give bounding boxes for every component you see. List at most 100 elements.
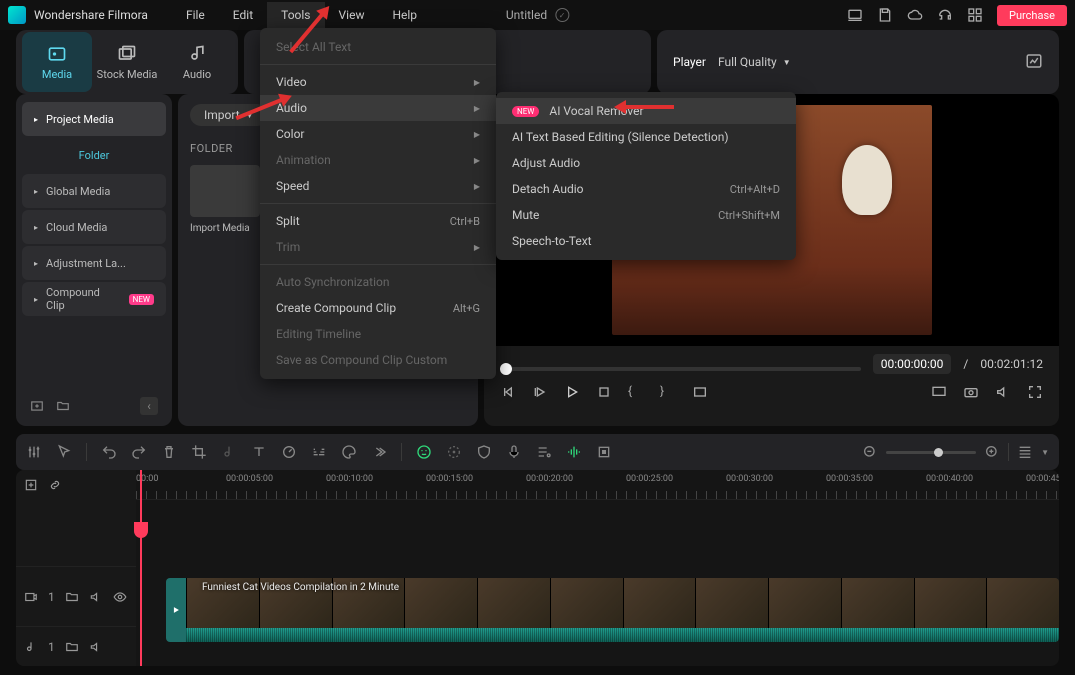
prev-frame-icon[interactable] bbox=[500, 384, 516, 400]
mark-in-icon[interactable]: { bbox=[628, 384, 644, 400]
save-icon[interactable] bbox=[877, 7, 893, 23]
zoom-slider[interactable] bbox=[886, 451, 976, 454]
caret-icon: ▸ bbox=[34, 259, 38, 268]
tab-media[interactable]: Media bbox=[22, 32, 92, 92]
tab-audio[interactable]: Audio bbox=[162, 32, 232, 92]
layout-icon[interactable] bbox=[1017, 444, 1033, 460]
stop-icon[interactable] bbox=[596, 384, 612, 400]
mark-out-icon[interactable]: } bbox=[660, 384, 676, 400]
target-dot-icon[interactable] bbox=[446, 444, 462, 460]
menu-ai-text-editing[interactable]: AI Text Based Editing (Silence Detection… bbox=[496, 124, 796, 150]
menu-file[interactable]: File bbox=[172, 2, 219, 28]
timeline-body[interactable]: 00:00 00:00:05:00 00:00:10:00 00:00:15:0… bbox=[136, 470, 1059, 666]
play-icon[interactable] bbox=[564, 384, 580, 400]
menu-auto-sync[interactable]: Auto Synchronization bbox=[260, 269, 496, 295]
add-track-icon[interactable] bbox=[24, 478, 38, 492]
cloud-icon[interactable] bbox=[907, 7, 923, 23]
beat-icon[interactable] bbox=[566, 444, 582, 460]
video-track-header[interactable]: 1 bbox=[16, 566, 136, 626]
redo-icon[interactable] bbox=[131, 444, 147, 460]
menu-create-compound[interactable]: Create Compound ClipAlt+G bbox=[260, 295, 496, 321]
menu-color[interactable]: Color▶ bbox=[260, 121, 496, 147]
slider-knob-icon[interactable] bbox=[500, 363, 512, 375]
time-separator: / bbox=[963, 357, 968, 371]
sidebar-item-label: Compound Clip bbox=[46, 286, 121, 312]
doc-name: Untitled bbox=[506, 8, 547, 22]
sidebar: ▸ Project Media Folder ▸ Global Media ▸ … bbox=[16, 94, 172, 426]
menu-animation[interactable]: Animation▶ bbox=[260, 147, 496, 173]
ratio-icon[interactable] bbox=[692, 384, 708, 400]
equalizer-icon[interactable] bbox=[311, 444, 327, 460]
sidebar-folder[interactable]: Folder bbox=[22, 138, 166, 172]
volume-icon[interactable] bbox=[995, 384, 1011, 400]
quality-dropdown[interactable]: Full Quality ▼ bbox=[718, 55, 791, 69]
audio-track-header[interactable]: 1 bbox=[16, 626, 136, 666]
folder-small-icon[interactable] bbox=[65, 640, 79, 654]
media-thumb-import[interactable]: Import Media bbox=[190, 165, 260, 234]
add-media-icon[interactable] bbox=[30, 399, 44, 413]
delete-icon[interactable] bbox=[161, 444, 177, 460]
current-time: 00:00:00:00 bbox=[873, 354, 952, 374]
more-icon[interactable] bbox=[371, 444, 387, 460]
clip-handle-icon[interactable] bbox=[166, 578, 186, 642]
speaker-icon[interactable] bbox=[89, 590, 103, 604]
menu-editing-timeline[interactable]: Editing Timeline bbox=[260, 321, 496, 347]
menu-help[interactable]: Help bbox=[378, 2, 431, 28]
sidebar-adjustment-layer[interactable]: ▸ Adjustment La... bbox=[22, 246, 166, 280]
speed-icon[interactable] bbox=[281, 444, 297, 460]
text-icon[interactable] bbox=[251, 444, 267, 460]
submenu-arrow-icon: ▶ bbox=[474, 104, 480, 113]
menu-speech-to-text[interactable]: Speech-to-Text bbox=[496, 228, 796, 254]
playhead[interactable] bbox=[140, 470, 142, 666]
zoom-in-icon[interactable] bbox=[984, 444, 1000, 460]
undo-icon[interactable] bbox=[101, 444, 117, 460]
menu-detach-audio[interactable]: Detach AudioCtrl+Alt+D bbox=[496, 176, 796, 202]
menu-mute[interactable]: MuteCtrl+Shift+M bbox=[496, 202, 796, 228]
ai-face-icon[interactable] bbox=[416, 444, 432, 460]
eye-icon[interactable] bbox=[113, 590, 127, 604]
camera-icon[interactable] bbox=[963, 384, 979, 400]
menu-save-compound-custom[interactable]: Save as Compound Clip Custom bbox=[260, 347, 496, 373]
sidebar-compound-clip[interactable]: ▸ Compound Clip NEW bbox=[22, 282, 166, 316]
shield-icon[interactable] bbox=[476, 444, 492, 460]
adjust-icon[interactable] bbox=[26, 444, 42, 460]
playlist-icon[interactable] bbox=[536, 444, 552, 460]
mic-icon[interactable] bbox=[506, 444, 522, 460]
chevron-down-icon[interactable]: ▼ bbox=[1041, 448, 1049, 457]
display-icon[interactable] bbox=[931, 384, 947, 400]
headset-icon[interactable] bbox=[937, 7, 953, 23]
device-icon[interactable] bbox=[847, 7, 863, 23]
collapse-sidebar-icon[interactable]: ‹ bbox=[140, 397, 158, 415]
add-folder-icon[interactable] bbox=[56, 399, 70, 413]
folder-small-icon[interactable] bbox=[65, 590, 79, 604]
sidebar-global-media[interactable]: ▸ Global Media bbox=[22, 174, 166, 208]
menu-video[interactable]: Video▶ bbox=[260, 69, 496, 95]
zoom-out-icon[interactable] bbox=[862, 444, 878, 460]
speaker-icon[interactable] bbox=[89, 640, 103, 654]
menu-split[interactable]: SplitCtrl+B bbox=[260, 208, 496, 234]
app-logo-icon bbox=[8, 6, 26, 24]
menu-edit[interactable]: Edit bbox=[219, 2, 267, 28]
cursor-icon[interactable] bbox=[56, 444, 72, 460]
sidebar-cloud-media[interactable]: ▸ Cloud Media bbox=[22, 210, 166, 244]
video-clip[interactable]: Funniest Cat Videos Compilation in 2 Min… bbox=[166, 578, 1059, 642]
timeline-ruler[interactable]: 00:00 00:00:05:00 00:00:10:00 00:00:15:0… bbox=[136, 470, 1059, 500]
crop-icon[interactable] bbox=[191, 444, 207, 460]
fullscreen-icon[interactable] bbox=[1027, 384, 1043, 400]
menu-trim[interactable]: Trim▶ bbox=[260, 234, 496, 260]
menu-speed[interactable]: Speed▶ bbox=[260, 173, 496, 199]
frame-icon[interactable] bbox=[596, 444, 612, 460]
music-note-icon[interactable] bbox=[221, 444, 237, 460]
tab-stock-media[interactable]: Stock Media bbox=[92, 32, 162, 92]
submenu-arrow-icon: ▶ bbox=[474, 243, 480, 252]
link-icon[interactable] bbox=[48, 478, 62, 492]
purchase-button[interactable]: Purchase bbox=[997, 5, 1067, 26]
play-reverse-icon[interactable] bbox=[532, 384, 548, 400]
palette-icon[interactable] bbox=[341, 444, 357, 460]
grid-icon[interactable] bbox=[967, 7, 983, 23]
menu-adjust-audio[interactable]: Adjust Audio bbox=[496, 150, 796, 176]
snapshot-chart-icon[interactable] bbox=[1025, 52, 1043, 70]
menu-audio[interactable]: Audio▶ bbox=[260, 95, 496, 121]
playhead-slider[interactable] bbox=[500, 367, 861, 371]
sidebar-project-media[interactable]: ▸ Project Media bbox=[22, 102, 166, 136]
